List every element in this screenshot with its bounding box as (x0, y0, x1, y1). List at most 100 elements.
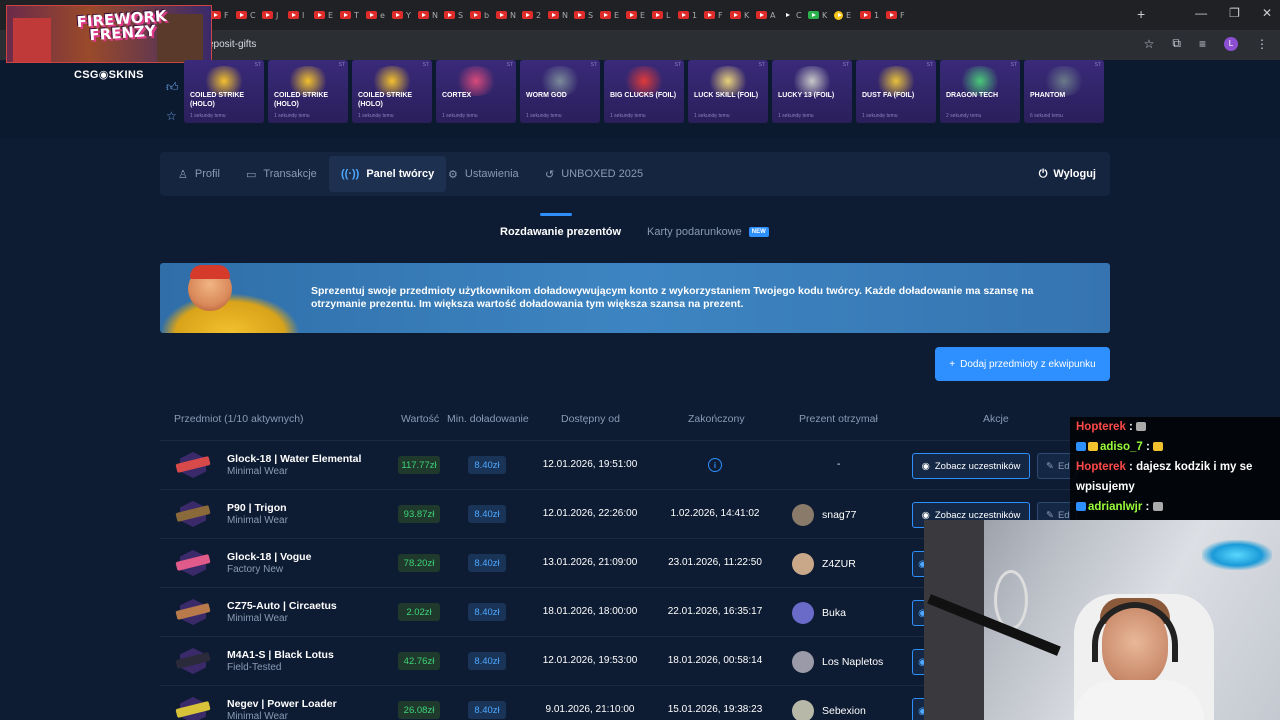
browser-tab[interactable]: 1 (678, 6, 704, 24)
nav-profile[interactable]: ♙ Profil (166, 156, 232, 192)
drop-time: 2 sekundy temu (946, 113, 982, 119)
browser-tab[interactable]: C (236, 6, 262, 24)
tab-title: C (796, 10, 802, 20)
minimize-button[interactable]: — (1195, 6, 1207, 20)
nav-creator-panel[interactable]: ((·)) Panel twórcy (329, 156, 447, 192)
drop-card[interactable]: ST WORM GOD 1 sekundę temu (520, 60, 600, 123)
browser-tab[interactable]: Y (392, 6, 418, 24)
drop-card[interactable]: ST DRAGON TECH 2 sekundy temu (940, 60, 1020, 123)
drop-item-name: DUST FA (FOIL) (862, 92, 915, 99)
thumbs-up-icon[interactable]: 👍︎ (166, 80, 179, 95)
close-window-button[interactable]: ✕ (1262, 6, 1272, 20)
edit-icon: ✎ (1046, 460, 1054, 472)
browser-tab[interactable]: K (808, 6, 834, 24)
drop-card[interactable]: ST COILED STRIKE (HOLO) 1 sekundę temu (184, 60, 264, 123)
drop-tag: ST (422, 62, 429, 68)
star-icon[interactable]: ☆ (166, 109, 179, 123)
maximize-button[interactable]: ❐ (1229, 6, 1240, 20)
drop-card[interactable]: ST PHANTOM 6 sekund temu (1024, 60, 1104, 123)
browser-tab[interactable]: S (574, 6, 600, 24)
winner[interactable]: Z4ZUR (792, 553, 856, 575)
browser-tab[interactable]: E (314, 6, 340, 24)
ended-date: 18.01.2026, 00:58:14 (667, 655, 763, 666)
browser-tab[interactable]: N (418, 6, 444, 24)
drop-card[interactable]: ST CORTEX 1 sekundę temu (436, 60, 516, 123)
item-value: 78.20zł (398, 554, 440, 572)
browser-tab[interactable]: C (782, 6, 808, 24)
tab-favicon-icon (782, 11, 793, 19)
item-name: M4A1-S | Black Lotus (227, 649, 334, 661)
browser-tab[interactable]: N (496, 6, 522, 24)
add-items-button[interactable]: + Dodaj przedmioty z ekwipunku (935, 347, 1110, 381)
available-from: 12.01.2026, 19:51:00 (542, 459, 638, 470)
drop-tag: ST (674, 62, 681, 68)
extensions-icon[interactable]: ⧉ (1172, 36, 1181, 51)
media-icon[interactable]: ≡ (1199, 37, 1206, 51)
drop-card[interactable]: ST LUCK SKILL (FOIL) 1 sekundę temu (688, 60, 768, 123)
nav-transactions[interactable]: ▭ Transakcje (234, 156, 329, 192)
building-art (13, 18, 51, 62)
url-text[interactable]: eposit-gifts (208, 39, 256, 50)
tab-title: E (328, 10, 334, 20)
browser-tab[interactable]: F (210, 6, 236, 24)
browser-tab[interactable]: 2 (522, 6, 548, 24)
col-header-winner: Prezent otrzymał (799, 413, 878, 425)
nav-settings[interactable]: ⚙ Ustawienia (436, 156, 531, 192)
col-header-item: Przedmiot (1/10 aktywnych) (174, 413, 304, 425)
nav-unboxed[interactable]: ↺ UNBOXED 2025 (533, 156, 655, 192)
browser-tab[interactable]: 1 (860, 6, 886, 24)
browser-tab[interactable]: I (288, 6, 314, 24)
drop-card[interactable]: ST DUST FA (FOIL) 1 sekundę temu (856, 60, 936, 123)
browser-tab[interactable]: E (834, 6, 860, 24)
drop-card[interactable]: ST LUCKY 13 (FOIL) 1 sekundę temu (772, 60, 852, 123)
browser-tab[interactable]: e (366, 6, 392, 24)
tab-favicon-icon (392, 11, 403, 19)
browser-tab[interactable]: b (470, 6, 496, 24)
browser-tab[interactable]: L (652, 6, 678, 24)
item-wear: Minimal Wear (227, 466, 288, 477)
drop-card[interactable]: ST BIG CLUCKS (FOIL) 1 sekundę temu (604, 60, 684, 123)
logout-button[interactable]: ⏻ Wyloguj (1039, 156, 1096, 192)
tab-title: 1 (692, 10, 698, 20)
drop-card[interactable]: ST COILED STRIKE (HOLO) 1 sekundę temu (352, 60, 432, 123)
browser-tab[interactable]: J (262, 6, 288, 24)
browser-tab[interactable]: F (886, 6, 912, 24)
tab-title: F (718, 10, 723, 20)
gear-icon: ⚙ (448, 168, 458, 181)
tab-gift-cards[interactable]: Karty podarunkowe NEW (647, 226, 769, 238)
profile-avatar[interactable]: L (1224, 36, 1238, 51)
browser-tab[interactable]: E (600, 6, 626, 24)
tab-title: K (744, 10, 750, 20)
tab-title: A (770, 10, 776, 20)
info-icon[interactable]: i (708, 458, 722, 472)
new-tab-button[interactable]: + (1137, 6, 1145, 22)
tab-title: N (510, 10, 516, 20)
col-header-available-from: Dostępny od (561, 413, 620, 425)
tab-title: 2 (536, 10, 542, 20)
item-value: 42.76zł (398, 652, 440, 670)
winner[interactable]: Buka (792, 602, 846, 624)
winner[interactable]: Los Napletos (792, 651, 883, 673)
browser-tab[interactable]: S (444, 6, 470, 24)
winner[interactable]: Sebexion (792, 700, 866, 720)
view-participants-button[interactable]: ◉ Zobacz uczestników (912, 453, 1030, 479)
avatar (792, 602, 814, 624)
game-title: FIREWORK FRENZY (75, 6, 168, 45)
winner[interactable]: snag77 (792, 504, 856, 526)
browser-tab[interactable]: A (756, 6, 782, 24)
min-topup: 8.40zł (468, 701, 506, 719)
site-logo[interactable]: CSG◉SKINS (74, 68, 144, 81)
browser-tab[interactable]: T (340, 6, 366, 24)
browser-tab[interactable]: E (626, 6, 652, 24)
browser-tab[interactable]: F (704, 6, 730, 24)
item-value: 117.77zł (398, 456, 440, 474)
drop-time: 1 sekundę temu (694, 113, 730, 119)
bookmark-star-icon[interactable]: ☆ (1144, 37, 1155, 51)
drop-card[interactable]: ST COILED STRIKE (HOLO) 1 sekundę temu (268, 60, 348, 123)
tab-giveaways[interactable]: Rozdawanie prezentów (500, 226, 621, 238)
browser-tab[interactable]: K (730, 6, 756, 24)
menu-kebab-icon[interactable]: ⋮ (1256, 37, 1268, 51)
browser-tab[interactable]: N (548, 6, 574, 24)
tab-favicon-icon (678, 11, 689, 19)
new-badge: NEW (748, 227, 769, 237)
